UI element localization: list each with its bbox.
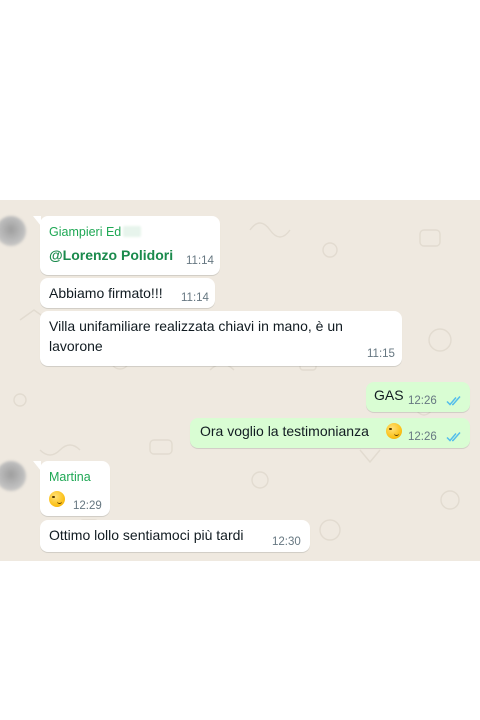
message-text: GAS: [374, 387, 404, 403]
sender-name[interactable]: Martina: [49, 470, 91, 484]
emoji-face-icon: [49, 491, 65, 507]
message-time: 12:29: [73, 500, 102, 512]
message-bubble[interactable]: Giampieri Ed @Lorenzo Polidori 11:14: [40, 216, 220, 275]
redacted-text: [123, 226, 142, 237]
chat-panel: Giampieri Ed @Lorenzo Polidori 11:14 Abb…: [0, 200, 480, 561]
message-time: 12:26: [408, 431, 437, 443]
message-text: Abbiamo firmato!!!: [49, 285, 163, 301]
double-check-icon: [446, 396, 461, 406]
message-bubble[interactable]: Villa unifamiliare realizzata chiavi in …: [40, 311, 402, 366]
message-time: 11:15: [367, 348, 395, 360]
emoji-face-icon: [386, 423, 402, 439]
bubble-tail: [33, 461, 41, 471]
message-time: 12:30: [272, 536, 301, 548]
message-text: Ottimo lollo sentiamoci più tardi: [49, 527, 244, 543]
bubble-tail: [33, 216, 41, 226]
message-time: 12:26: [408, 395, 437, 407]
message-bubble[interactable]: Martina 12:29: [40, 461, 110, 516]
message-bubble[interactable]: Abbiamo firmato!!! 11:14: [40, 278, 215, 308]
message-bubble-outgoing[interactable]: Ora voglio la testimonianza 12:26: [190, 418, 470, 448]
message-text-line-2: lavorone: [49, 338, 103, 354]
message-time: 11:14: [181, 292, 209, 304]
message-text-line-1: Villa unifamiliare realizzata chiavi in …: [49, 318, 343, 334]
message-text: Ora voglio la testimonianza: [200, 423, 369, 439]
mention-link[interactable]: @Lorenzo Polidori: [49, 247, 173, 263]
sender-name[interactable]: Giampieri Ed: [49, 225, 142, 239]
message-bubble-outgoing[interactable]: GAS 12:26: [366, 382, 470, 412]
message-bubble[interactable]: Ottimo lollo sentiamoci più tardi 12:30: [40, 520, 310, 552]
double-check-icon: [446, 432, 461, 442]
message-time: 11:14: [186, 255, 214, 267]
